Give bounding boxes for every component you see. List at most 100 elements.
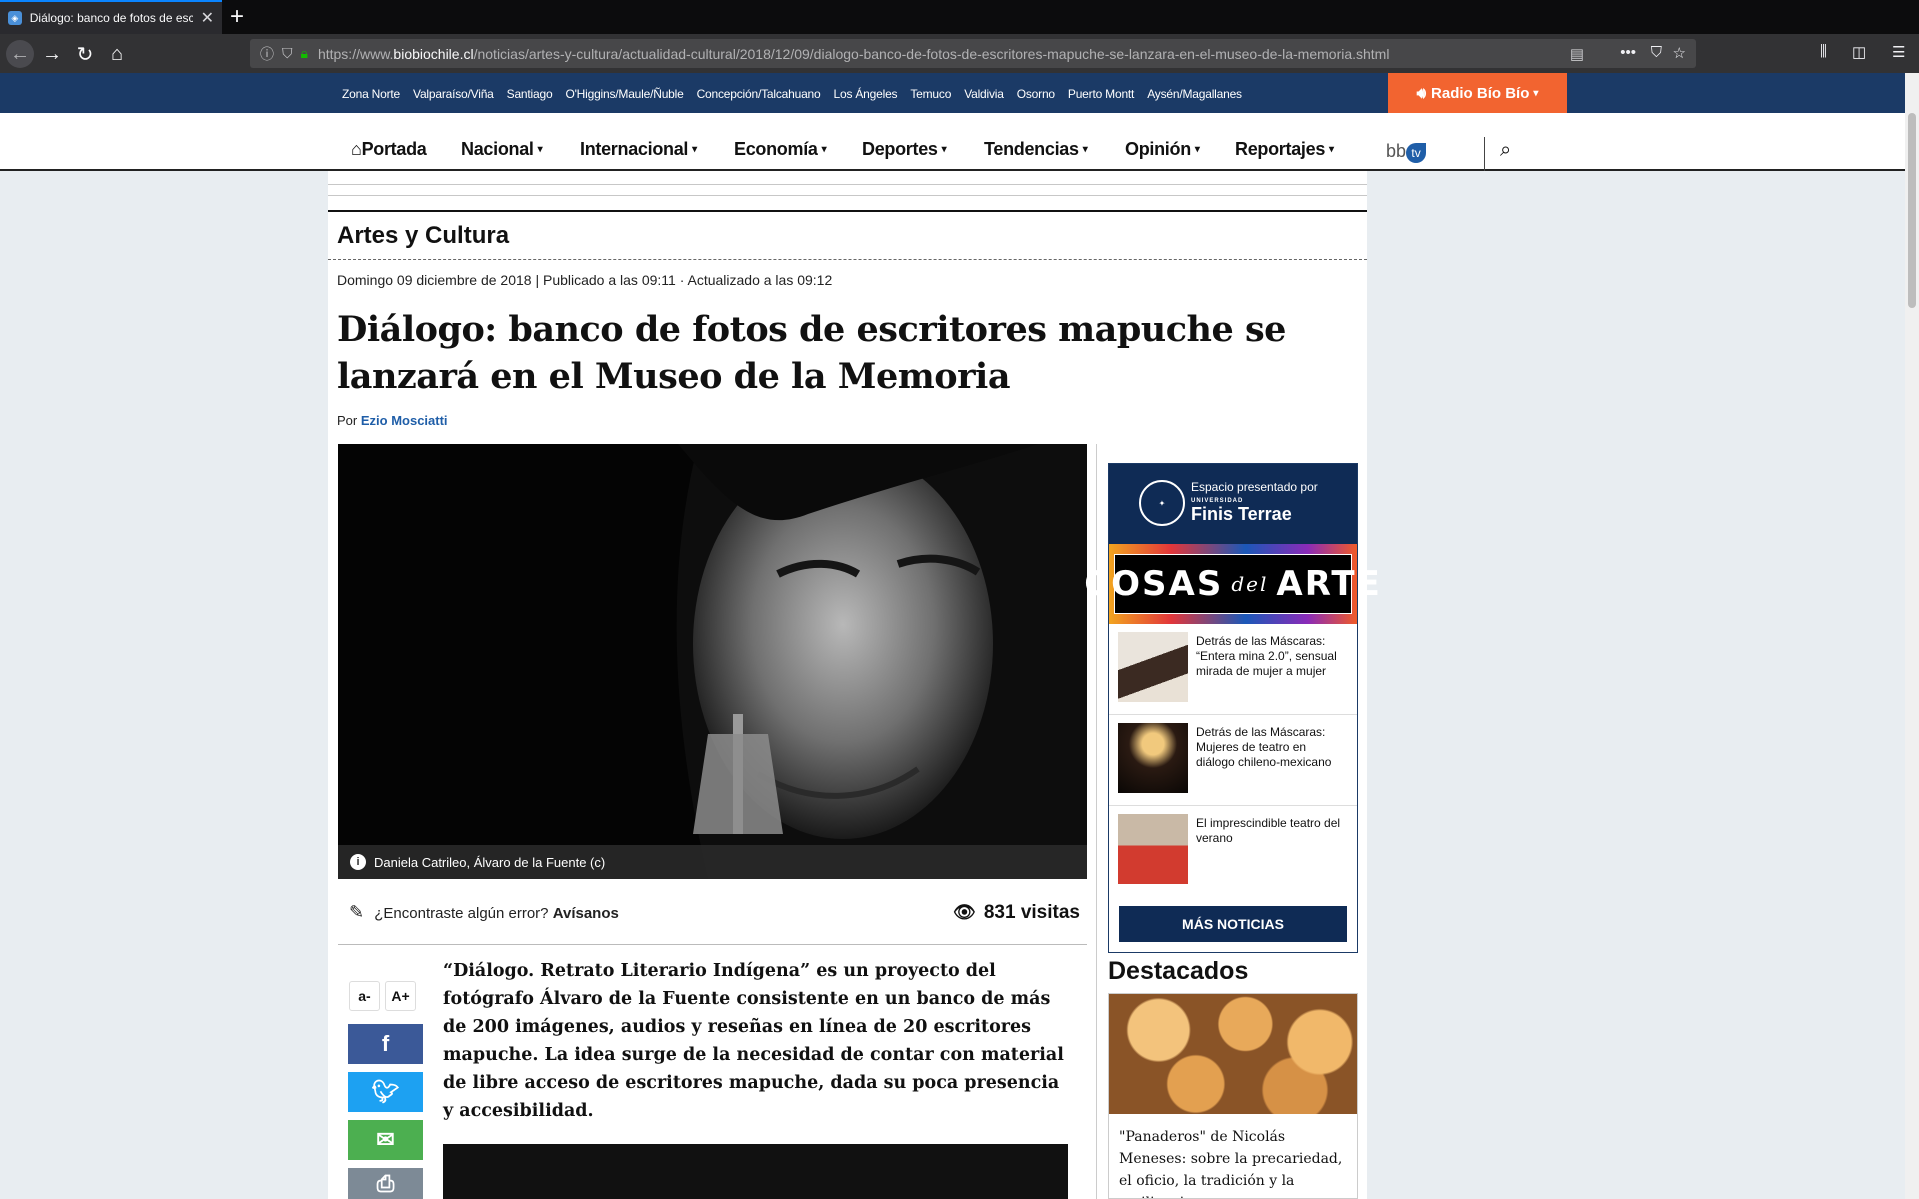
lock-icon[interactable]: 🔒︎ xyxy=(301,45,308,62)
forward-icon[interactable]: → xyxy=(38,40,66,68)
font-increase-button[interactable]: A+ xyxy=(385,981,416,1011)
browser-tab-strip: ◈ Diálogo: banco de fotos de escritores … xyxy=(0,0,1919,34)
author-link[interactable]: Ezio Mosciatti xyxy=(361,413,448,428)
featured-image xyxy=(1109,994,1357,1114)
region-bar: Zona Norte Valparaíso/Viña Santiago O'Higgi… xyxy=(0,73,1905,113)
region-link[interactable]: Valparaíso/Viña xyxy=(413,87,494,101)
more-news-button[interactable]: MÁS NOTICIAS xyxy=(1119,906,1347,942)
shield-icon[interactable]: ⛉ xyxy=(282,45,293,62)
share-twitter-button[interactable]: 🐦︎ xyxy=(348,1072,423,1112)
nav-divider xyxy=(1484,137,1485,171)
reader-view-icon[interactable]: ▤ xyxy=(1570,45,1584,63)
browser-tab[interactable]: ◈ Diálogo: banco de fotos de escritores … xyxy=(0,0,222,34)
radio-label: Radio Bío Bío xyxy=(1431,84,1530,102)
sidebar-toggle-icon[interactable]: ◫ xyxy=(1852,43,1866,61)
bbtv-logo[interactable]: bb tv xyxy=(1386,141,1427,163)
sponsor-banner[interactable]: ✦ Espacio presentado por UNIVERSIDAD Fin… xyxy=(1109,464,1357,544)
nav-tendencias[interactable]: Tendencias ▾ xyxy=(984,139,1088,160)
tab-title: Diálogo: banco de fotos de escritores ma… xyxy=(29,11,193,25)
article-container: Artes y Cultura Domingo 09 diciembre de … xyxy=(328,171,1380,1199)
region-link[interactable]: Temuco xyxy=(910,87,951,101)
chevron-down-icon: ▾ xyxy=(1194,144,1200,155)
featured-heading: Destacados xyxy=(1108,957,1249,985)
address-bar[interactable]: ⓘ ⛉ 🔒︎ https://www.biobiochile.cl/notici… xyxy=(250,39,1696,68)
chevron-down-icon: ▾ xyxy=(1082,144,1088,155)
speaker-icon: 🔊︎ xyxy=(1416,84,1427,102)
section-header: Artes y Cultura xyxy=(328,210,1367,260)
thumbnail xyxy=(1118,723,1188,793)
section-title[interactable]: Artes y Cultura xyxy=(337,222,509,250)
list-item[interactable]: Detrás de las Máscaras: “Entera mina 2.0… xyxy=(1109,624,1357,715)
region-link[interactable]: Osorno xyxy=(1017,87,1055,101)
nav-economia[interactable]: Economía ▾ xyxy=(734,139,827,160)
scrollbar-thumb[interactable] xyxy=(1908,113,1916,308)
region-link[interactable]: Santiago xyxy=(507,87,553,101)
share-email-button[interactable]: ✉ xyxy=(348,1120,423,1160)
new-tab-icon[interactable]: + xyxy=(230,3,244,31)
reload-icon[interactable]: ↻ xyxy=(71,40,99,68)
info-icon[interactable]: ⓘ xyxy=(260,44,274,64)
divider xyxy=(338,944,1087,945)
chevron-down-icon: ▾ xyxy=(537,144,543,155)
chevron-down-icon: ▾ xyxy=(821,144,827,155)
region-link[interactable]: Zona Norte xyxy=(342,87,400,101)
info-icon[interactable]: i xyxy=(350,854,366,870)
thumbnail xyxy=(1118,814,1188,884)
featured-card[interactable]: "Panaderos" de Nicolás Meneses: sobre la… xyxy=(1108,993,1358,1199)
column-divider xyxy=(1096,444,1097,1199)
region-link[interactable]: Puerto Montt xyxy=(1068,87,1135,101)
close-tab-icon[interactable]: ✕ xyxy=(201,8,214,28)
chevron-down-icon: ▾ xyxy=(1533,87,1539,99)
divider xyxy=(328,195,1367,196)
nav-nacional[interactable]: Nacional ▾ xyxy=(461,139,543,160)
region-link[interactable]: O'Higgins/Maule/Ñuble xyxy=(565,87,683,101)
facebook-icon: f xyxy=(381,1031,390,1056)
page-scrollbar[interactable] xyxy=(1905,73,1919,1199)
region-link[interactable]: Los Ángeles xyxy=(834,87,898,101)
article-byline: Por Ezio Mosciatti xyxy=(337,413,448,428)
region-link[interactable]: Valdivia xyxy=(964,87,1004,101)
article-dateline: Domingo 09 diciembre de 2018 | Publicado… xyxy=(337,272,833,288)
list-item[interactable]: El imprescindible teatro del verano xyxy=(1109,806,1357,897)
nav-deportes[interactable]: Deportes ▾ xyxy=(862,139,947,160)
twitter-icon: 🐦︎ xyxy=(371,1079,400,1104)
report-error-link[interactable]: Avísanos xyxy=(553,905,619,922)
home-icon[interactable]: ⌂ xyxy=(103,40,131,68)
nav-portada[interactable]: ⌂Portada xyxy=(351,139,427,160)
print-button[interactable]: ⎙ xyxy=(348,1168,423,1199)
chevron-down-icon: ▾ xyxy=(1329,144,1334,155)
back-icon[interactable]: ← xyxy=(6,40,34,68)
email-icon: ✉ xyxy=(376,1127,395,1152)
chevron-down-icon: ▾ xyxy=(941,144,947,155)
url-text: https://www.biobiochile.cl/noticias/arte… xyxy=(317,45,1390,62)
search-icon[interactable]: ⌕ xyxy=(1500,139,1511,162)
nav-reportajes[interactable]: Reportajes ▾ xyxy=(1235,139,1334,160)
visit-counter: 👁︎ 831 visitas xyxy=(953,902,1080,923)
print-icon: ⎙ xyxy=(376,1170,395,1196)
browser-toolbar: ← → ↻ ⌂ ⓘ ⛉ 🔒︎ https://www.biobiochile.c… xyxy=(0,34,1919,73)
menu-icon[interactable]: ☰ xyxy=(1892,43,1905,61)
bookmark-star-icon[interactable]: ☆ xyxy=(1673,44,1686,62)
page-actions-icon[interactable]: ••• xyxy=(1620,44,1636,61)
region-links: Zona Norte Valparaíso/Viña Santiago O'Higgi… xyxy=(342,87,1242,101)
library-icon[interactable]: ⫼ xyxy=(1820,43,1827,60)
region-link[interactable]: Concepción/Talcahuano xyxy=(697,87,821,101)
pocket-icon[interactable]: ⛉ xyxy=(1651,44,1662,61)
body-photo[interactable] xyxy=(443,1144,1068,1199)
share-facebook-button[interactable]: f xyxy=(348,1024,423,1064)
portrait-image xyxy=(338,444,1087,879)
sponsored-box: ✦ Espacio presentado por UNIVERSIDAD Fin… xyxy=(1084,463,1380,953)
radio-biobio-button[interactable]: 🔊︎ Radio Bío Bío ▾ xyxy=(1388,73,1567,113)
region-link[interactable]: Aysén/Magallanes xyxy=(1147,87,1242,101)
list-item[interactable]: Detrás de las Máscaras: Mujeres de teatr… xyxy=(1109,715,1357,806)
nav-internacional[interactable]: Internacional ▾ xyxy=(580,139,697,160)
cosas-del-arte-banner[interactable]: COSAS del ARTE xyxy=(1084,544,1380,624)
nav-opinion[interactable]: Opinión ▾ xyxy=(1125,139,1200,160)
font-decrease-button[interactable]: a- xyxy=(349,981,380,1011)
featured-title: "Panaderos" de Nicolás Meneses: sobre la… xyxy=(1119,1129,1343,1198)
university-seal-icon: ✦ xyxy=(1139,480,1185,526)
main-navigation: ⌂Portada Nacional ▾ Internacional ▾ Econom… xyxy=(0,113,1905,171)
eye-icon: 👁︎ xyxy=(953,902,976,922)
main-photo[interactable]: i Daniela Catrileo, Álvaro de la Fuente … xyxy=(338,444,1087,879)
report-error-icon: ✎ xyxy=(349,902,365,922)
